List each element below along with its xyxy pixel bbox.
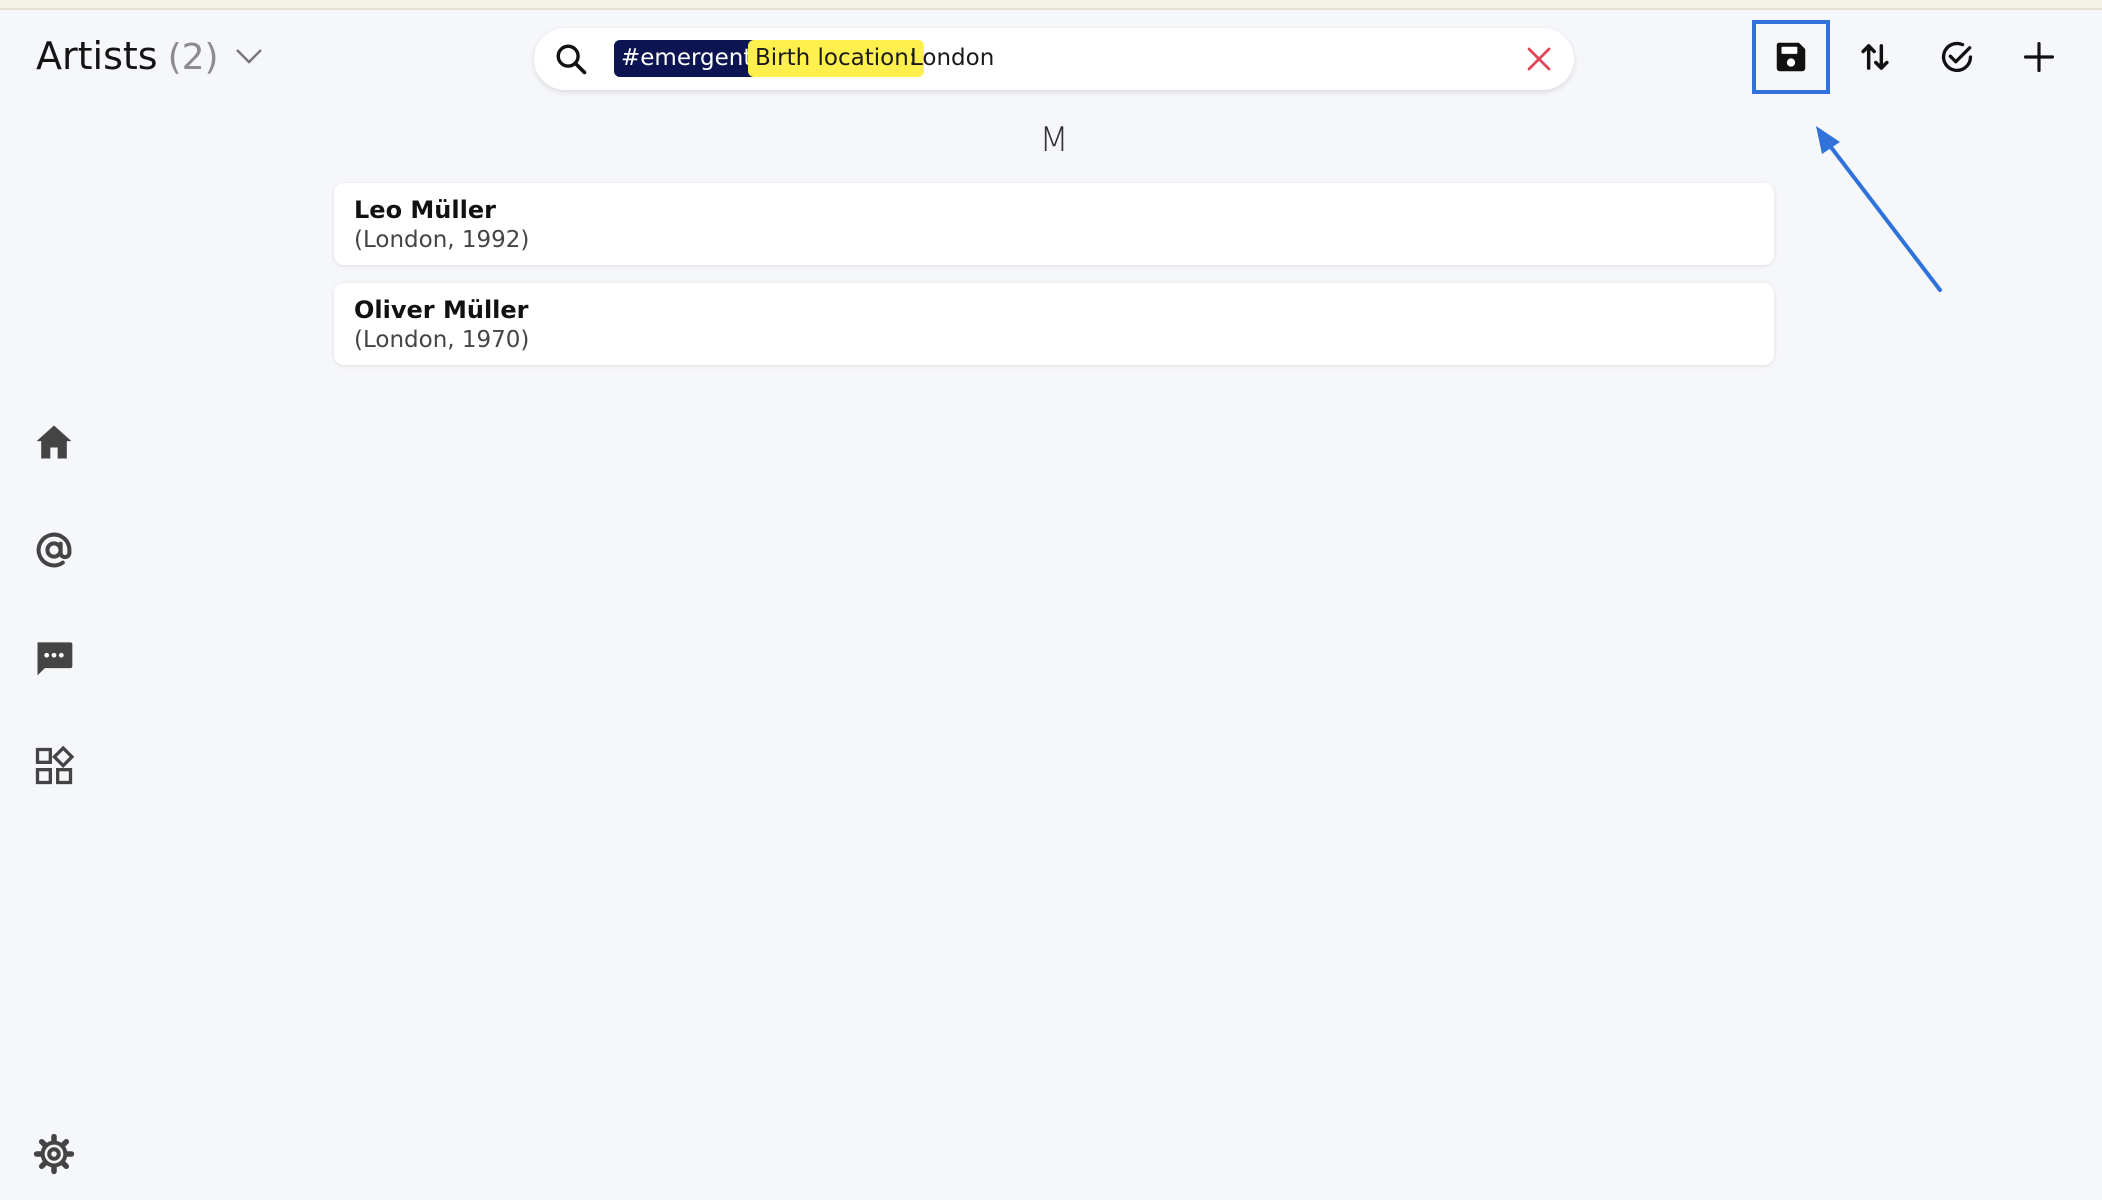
sidebar-item-settings[interactable] (32, 1132, 76, 1176)
search-bar[interactable]: #emergent Birth location: London (534, 28, 1574, 90)
window-top-border (0, 0, 2102, 10)
home-icon (36, 425, 72, 459)
select-button[interactable] (1918, 20, 1996, 94)
check-circle-icon (1941, 41, 1973, 73)
save-icon (1776, 42, 1806, 72)
apps-icon (35, 745, 75, 785)
result-count: (2) (167, 37, 219, 78)
add-button[interactable] (2000, 20, 2078, 94)
clear-icon[interactable] (1524, 44, 1554, 74)
artist-detail: (London, 1992) (354, 227, 530, 253)
chevron-down-icon[interactable] (231, 38, 267, 74)
sidebar-item-apps[interactable] (32, 744, 76, 788)
page-title: Artists (36, 34, 158, 78)
artist-list: Leo Müller (London, 1992) Oliver Müller … (334, 183, 1774, 383)
list-item[interactable]: Leo Müller (London, 1992) (334, 183, 1774, 265)
chat-icon (37, 642, 73, 676)
sidebar-item-home[interactable] (32, 420, 76, 464)
annotation-arrow (1816, 126, 1942, 292)
gear-icon (33, 1133, 75, 1175)
at-icon (36, 532, 72, 568)
plus-icon (2023, 41, 2055, 73)
artist-name: Leo Müller (354, 196, 496, 224)
sort-button[interactable] (1836, 20, 1914, 94)
page-title-group[interactable]: Artists (2) (36, 34, 267, 78)
tag-filter-chip[interactable]: #emergent (614, 40, 760, 77)
search-icon[interactable] (554, 42, 588, 76)
list-item[interactable]: Oliver Müller (London, 1970) (334, 283, 1774, 365)
search-input-value[interactable]: London (910, 40, 994, 77)
section-letter: M (1039, 120, 1069, 160)
artist-detail: (London, 1970) (354, 327, 530, 353)
save-button[interactable] (1752, 20, 1830, 94)
sidebar-item-mentions[interactable] (32, 528, 76, 572)
sidebar-item-messages[interactable] (32, 636, 76, 680)
artist-name: Oliver Müller (354, 296, 529, 324)
sort-icon (1861, 44, 1889, 70)
field-filter-chip[interactable]: Birth location: (748, 40, 924, 77)
